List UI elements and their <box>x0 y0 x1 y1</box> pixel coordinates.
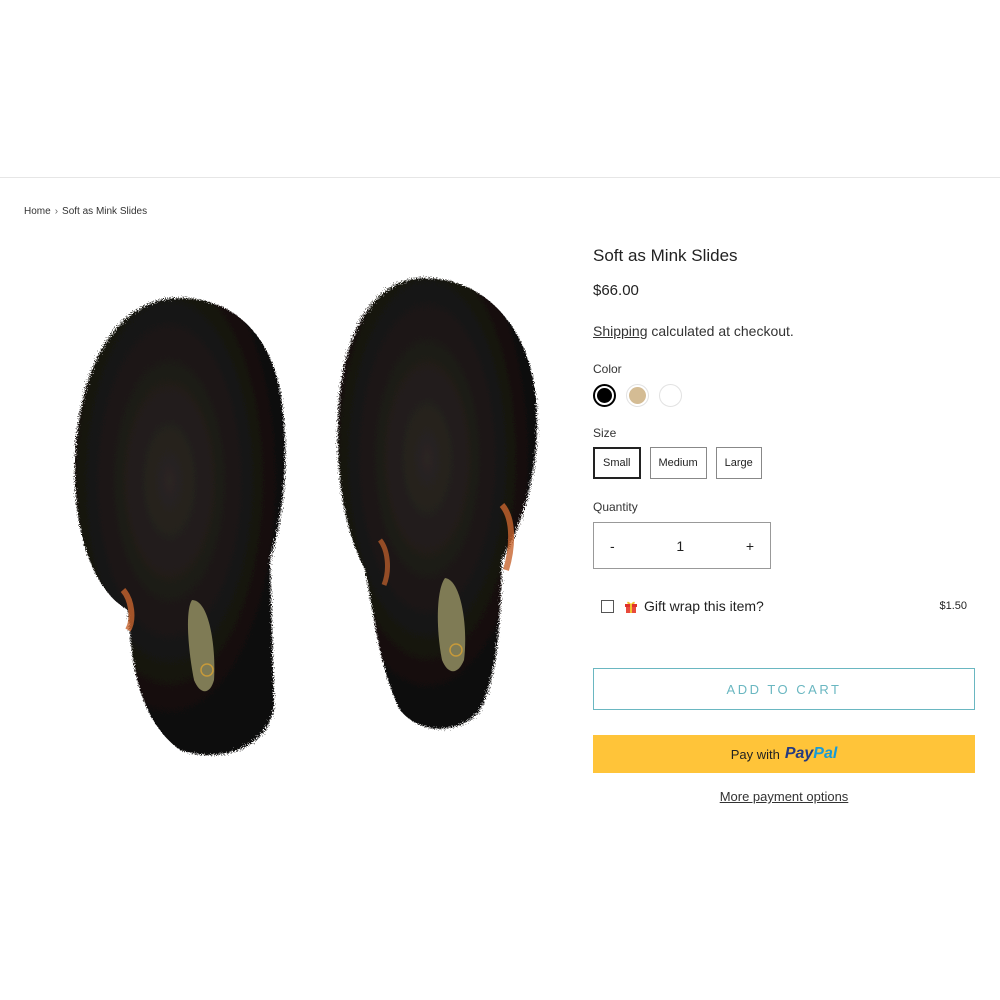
gift-wrap-option: Gift wrap this item? $1.50 <box>601 598 967 614</box>
quantity-input[interactable]: 1 <box>676 538 684 554</box>
size-medium-button[interactable]: Medium <box>649 447 707 479</box>
add-to-cart-button[interactable]: ADD TO CART <box>593 668 975 710</box>
gift-wrap-price: $1.50 <box>939 600 967 612</box>
site-header <box>0 0 1000 178</box>
paypal-button[interactable]: Pay with PayPal <box>593 735 975 773</box>
paypal-prefix: Pay with <box>730 746 780 762</box>
quantity-increase-button[interactable]: + <box>746 538 754 554</box>
size-options: Small Medium Large <box>593 447 762 479</box>
color-swatch-tan[interactable] <box>626 384 649 407</box>
product-info: Soft as Mink Slides $66.00 Shipping calc… <box>593 246 975 804</box>
quantity-label: Quantity <box>593 500 638 514</box>
quantity-decrease-button[interactable]: - <box>610 538 615 554</box>
product-price: $66.00 <box>593 282 639 299</box>
more-payment-options-link[interactable]: More payment options <box>593 789 975 804</box>
right-slipper <box>337 278 537 729</box>
gift-wrap-label: Gift wrap this item? <box>644 598 764 614</box>
product-title: Soft as Mink Slides <box>593 246 738 265</box>
color-swatches <box>593 384 682 407</box>
breadcrumb-home-link[interactable]: Home <box>24 206 51 217</box>
size-small-button[interactable]: Small <box>593 447 641 479</box>
shipping-text: calculated at checkout. <box>647 323 794 339</box>
slippers-illustration <box>74 278 537 755</box>
size-large-button[interactable]: Large <box>715 447 762 479</box>
gift-icon <box>625 601 637 613</box>
paypal-logo: PayPal <box>785 745 837 763</box>
size-label: Size <box>593 426 617 440</box>
breadcrumb-separator: › <box>54 206 59 217</box>
product-image[interactable] <box>40 250 570 780</box>
quantity-stepper: - 1 + <box>593 522 771 569</box>
breadcrumb-current: Soft as Mink Slides <box>62 206 148 217</box>
paypal-logo-pay: Pay <box>784 745 814 762</box>
color-swatch-white[interactable] <box>659 384 682 407</box>
shipping-note: Shipping calculated at checkout. <box>593 323 794 339</box>
breadcrumb: Home › Soft as Mink Slides <box>24 206 147 217</box>
gift-wrap-checkbox[interactable] <box>601 599 614 613</box>
shipping-link[interactable]: Shipping <box>593 323 648 339</box>
color-label: Color <box>593 362 622 376</box>
color-swatch-black[interactable] <box>593 384 616 407</box>
paypal-logo-pal: Pal <box>813 745 838 762</box>
left-slipper <box>74 298 286 755</box>
